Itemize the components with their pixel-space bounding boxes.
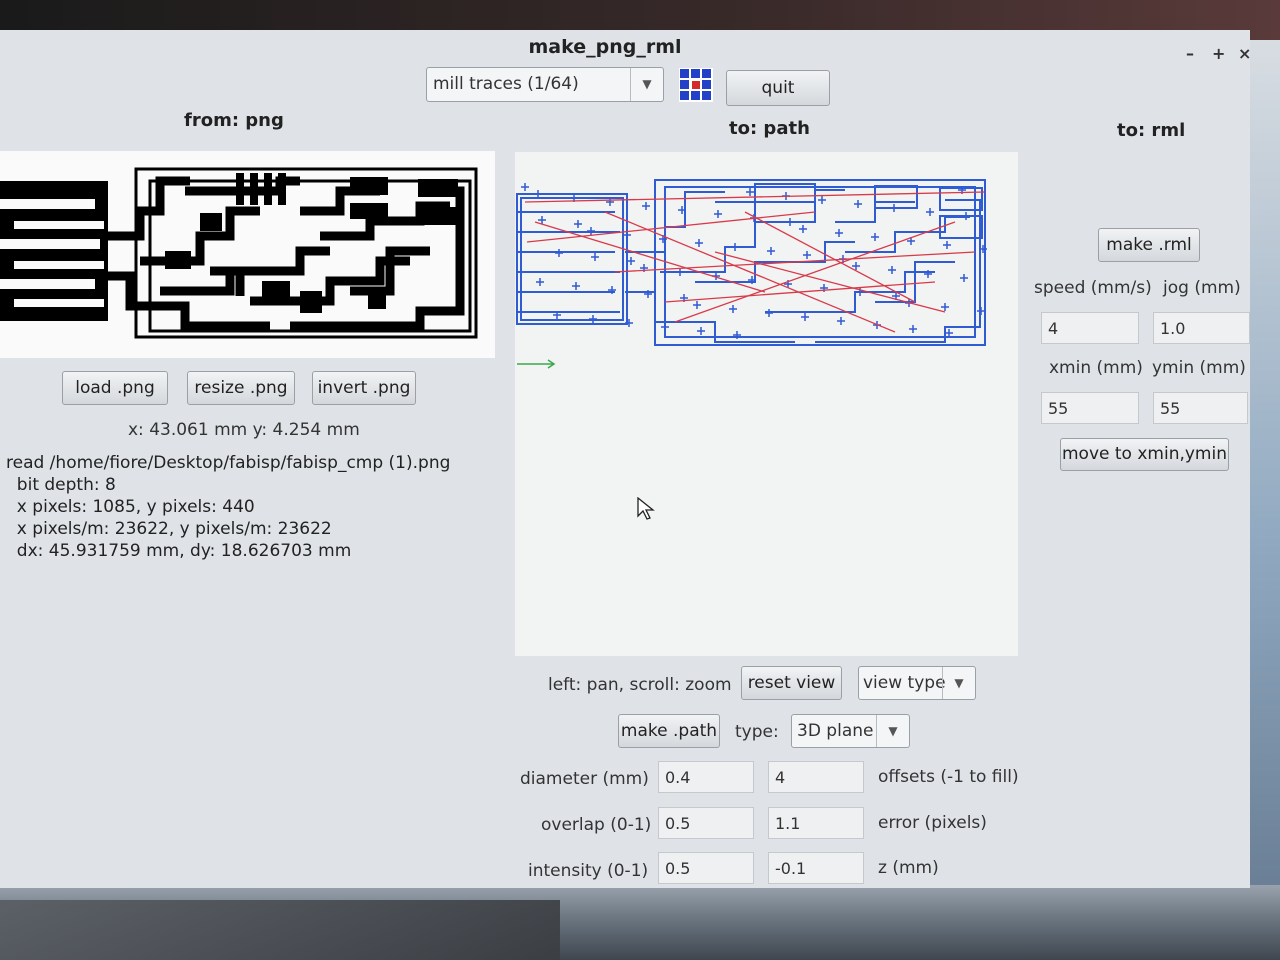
reset-view-button[interactable]: reset view <box>741 666 842 700</box>
intensity-label: intensity (0-1) <box>528 861 649 881</box>
view-type-value: view type <box>863 673 946 693</box>
xmin-input[interactable]: 55 <box>1041 392 1139 424</box>
quit-button[interactable]: quit <box>726 70 830 106</box>
info-line: x pixels: 1085, y pixels: 440 <box>6 497 255 517</box>
speed-label: speed (mm/s) <box>1034 278 1152 298</box>
path-type-value: 3D plane <box>797 721 874 741</box>
pcb-traces-image <box>0 151 495 358</box>
minimize-icon[interactable]: – <box>1186 44 1194 63</box>
desktop-background-road <box>0 900 560 960</box>
load-png-button[interactable]: load .png <box>62 371 168 405</box>
fab-logo-icon <box>679 68 713 102</box>
png-info: read /home/fiore/Desktop/fabisp/fabisp_c… <box>6 452 450 562</box>
chevron-down-icon: ▼ <box>630 68 663 101</box>
offsets-input[interactable]: 4 <box>768 761 864 793</box>
diameter-input[interactable]: 0.4 <box>658 761 754 793</box>
titlebar: make_png_rml – + × <box>0 30 1251 66</box>
resize-png-button[interactable]: resize .png <box>187 371 295 405</box>
jog-input[interactable]: 1.0 <box>1153 312 1250 344</box>
process-select[interactable]: mill traces (1/64) ▼ <box>426 67 664 102</box>
info-line: bit depth: 8 <box>6 475 116 495</box>
path-canvas[interactable] <box>515 152 1018 656</box>
xmin-label: xmin (mm) <box>1049 358 1143 378</box>
mouse-cursor-icon <box>637 496 655 521</box>
error-label: error (pixels) <box>878 813 987 833</box>
window-title: make_png_rml <box>528 36 682 58</box>
view-help-text: left: pan, scroll: zoom <box>548 675 732 695</box>
app-window: make_png_rml – + × mill traces (1/64) ▼ … <box>0 30 1251 888</box>
ymin-label: ymin (mm) <box>1152 358 1246 378</box>
info-line: x pixels/m: 23622, y pixels/m: 23622 <box>6 519 332 539</box>
move-to-xmin-ymin-button[interactable]: move to xmin,ymin <box>1060 438 1229 471</box>
speed-input[interactable]: 4 <box>1041 312 1139 344</box>
z-label: z (mm) <box>878 858 939 878</box>
diameter-label: diameter (mm) <box>520 769 649 789</box>
type-label: type: <box>735 722 779 742</box>
process-select-value: mill traces (1/64) <box>433 74 579 94</box>
view-type-select[interactable]: view type ▼ <box>858 666 976 700</box>
z-input[interactable]: -0.1 <box>768 852 864 884</box>
error-input[interactable]: 1.1 <box>768 807 864 839</box>
to-rml-heading: to: rml <box>1117 120 1186 141</box>
invert-png-button[interactable]: invert .png <box>312 371 416 405</box>
jog-label: jog (mm) <box>1163 278 1241 298</box>
offsets-label: offsets (-1 to fill) <box>878 767 1019 787</box>
to-path-heading: to: path <box>729 118 810 139</box>
path-type-select[interactable]: 3D plane ▼ <box>791 714 910 748</box>
maximize-icon[interactable]: + <box>1212 44 1225 63</box>
overlap-label: overlap (0-1) <box>541 815 652 835</box>
chevron-down-icon: ▼ <box>942 667 975 699</box>
intensity-input[interactable]: 0.5 <box>658 852 754 884</box>
desktop-background-right <box>1250 40 1280 890</box>
ymin-input[interactable]: 55 <box>1153 392 1248 424</box>
cursor-coordinates: x: 43.061 mm y: 4.254 mm <box>128 420 360 440</box>
toolpath-view <box>515 152 1018 656</box>
info-line: read /home/fiore/Desktop/fabisp/fabisp_c… <box>6 453 451 473</box>
make-path-button[interactable]: make .path <box>618 714 720 748</box>
overlap-input[interactable]: 0.5 <box>658 807 754 839</box>
close-icon[interactable]: × <box>1238 44 1251 63</box>
from-png-heading: from: png <box>184 110 284 131</box>
make-rml-button[interactable]: make .rml <box>1098 228 1200 262</box>
chevron-down-icon: ▼ <box>876 715 909 747</box>
info-line: dx: 45.931759 mm, dy: 18.626703 mm <box>6 541 352 561</box>
png-preview[interactable] <box>0 151 495 358</box>
